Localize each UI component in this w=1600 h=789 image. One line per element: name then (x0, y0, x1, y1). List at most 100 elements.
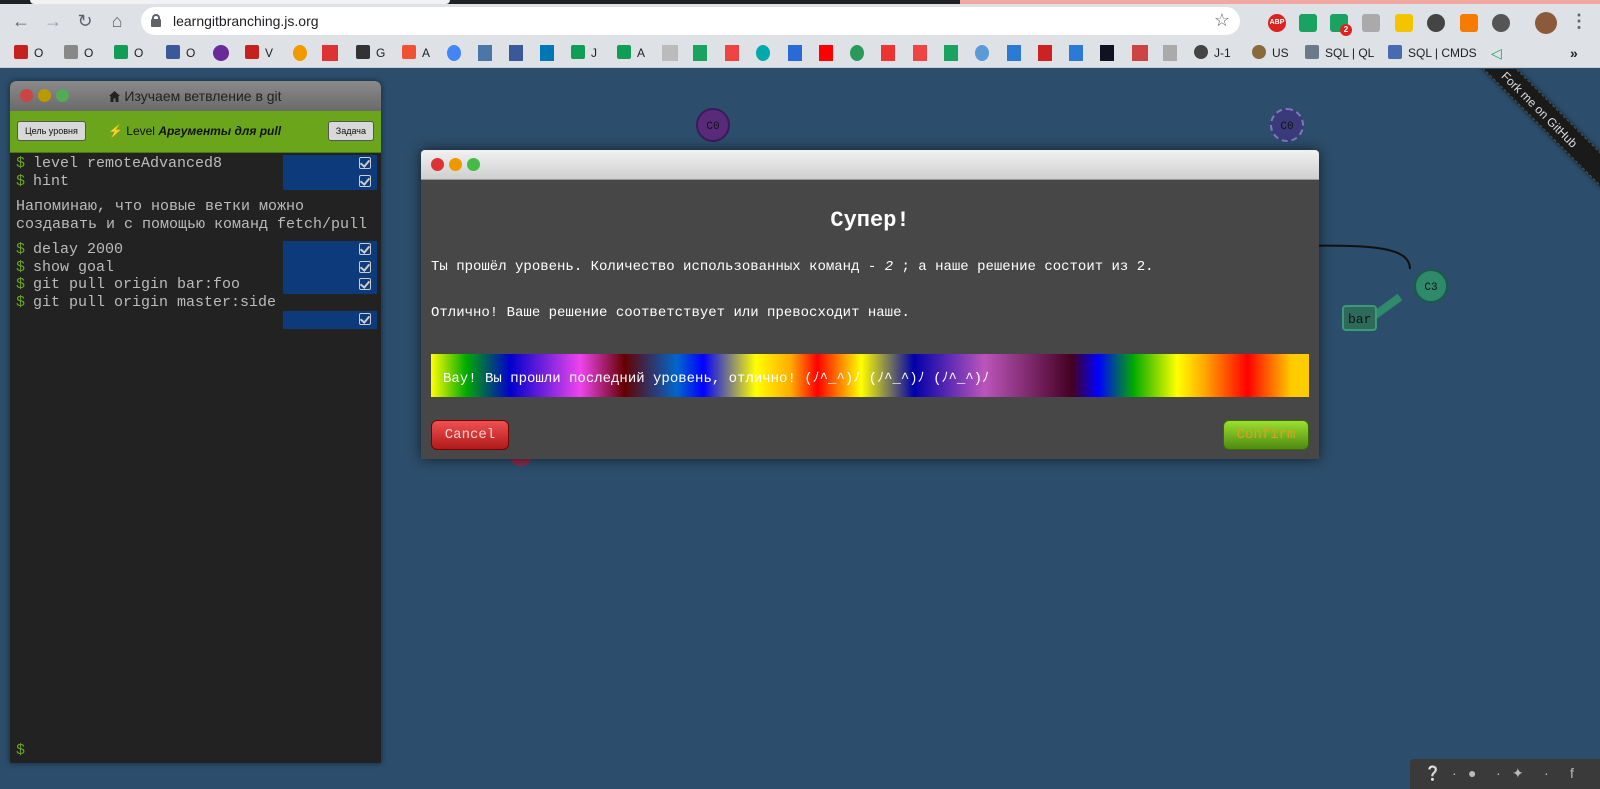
menu-icon[interactable]: ⋮ (1568, 10, 1590, 32)
git-icon (402, 45, 416, 59)
youtube-icon[interactable] (819, 45, 833, 61)
level-name: Аргументы для pull (158, 124, 282, 138)
extension-icon[interactable] (1460, 14, 1478, 32)
google-icon[interactable] (447, 45, 461, 61)
bookmark-item[interactable]: A (617, 45, 645, 61)
site-icon[interactable] (881, 45, 895, 61)
reload-icon[interactable]: ↻ (74, 10, 96, 32)
minimize-icon[interactable] (449, 158, 462, 171)
site-icon[interactable] (756, 45, 770, 61)
task-button[interactable]: Задача (327, 121, 374, 141)
drive-icon (617, 45, 631, 59)
rainbow-banner: Вау! Вы прошли последний уровень, отличн… (431, 354, 1309, 397)
bookmark-item[interactable]: G (356, 45, 385, 61)
site-icon[interactable]: ◁ (1491, 45, 1505, 61)
page-icon (356, 45, 370, 59)
check-icon (359, 278, 371, 290)
linkedin-icon[interactable] (540, 45, 554, 61)
adblock-extension-icon[interactable]: ABP (1268, 14, 1286, 32)
help-icon[interactable]: ❔ (1424, 765, 1441, 782)
site-icon[interactable] (850, 45, 864, 61)
branch-label[interactable]: bar (1342, 305, 1378, 331)
site-icon[interactable] (975, 45, 989, 61)
site-icon[interactable] (725, 45, 739, 61)
site-icon[interactable] (1100, 45, 1114, 61)
download-icon[interactable] (1492, 14, 1510, 32)
extension-icon[interactable] (1362, 14, 1380, 32)
site-icon[interactable] (693, 45, 707, 61)
site-icon[interactable] (788, 45, 802, 61)
close-icon[interactable] (431, 158, 444, 171)
bottom-toolbar: ❔ · ● · ✦ · f (1410, 759, 1600, 789)
level-complete-dialog: Супер! Ты прошёл уровень. Количество исп… (421, 150, 1319, 459)
site-icon[interactable] (1069, 45, 1083, 61)
bookmark-item[interactable]: O (166, 45, 195, 61)
address-bar[interactable]: learngitbranching.js.org ☆ (141, 7, 1240, 35)
bookmark-item[interactable]: A (402, 45, 430, 61)
bookmark-item[interactable]: V (245, 45, 273, 61)
facebook-icon[interactable]: f (1570, 765, 1574, 781)
site-icon[interactable] (293, 45, 307, 61)
site-icon[interactable] (322, 45, 338, 61)
site-icon[interactable] (944, 45, 958, 61)
dialog-titlebar (421, 150, 1319, 180)
twitter-icon[interactable]: ✦ (1512, 765, 1524, 782)
confirm-button[interactable]: Confirm (1223, 420, 1309, 450)
url-text[interactable]: learngitbranching.js.org (173, 13, 319, 29)
command-line: $ show goal (10, 258, 381, 276)
forward-icon[interactable]: → (42, 10, 64, 32)
site-icon[interactable] (1038, 45, 1052, 61)
commit-node[interactable]: C0 (696, 108, 730, 142)
bookmark-item[interactable]: O (14, 45, 43, 61)
commit-node[interactable]: C3 (1414, 269, 1448, 303)
r-icon (1388, 45, 1402, 59)
level-goal-button[interactable]: Цель уровня (17, 121, 86, 141)
home-icon (109, 91, 121, 102)
vk-icon[interactable] (478, 45, 492, 61)
home-icon[interactable]: ⌂ (106, 10, 128, 32)
site-icon[interactable] (1007, 45, 1021, 61)
check-icon (359, 260, 371, 273)
gmail-icon (14, 45, 28, 59)
command-prompt[interactable]: $ (16, 742, 25, 759)
shield-extension-icon[interactable] (1299, 14, 1317, 32)
back-icon[interactable]: ← (10, 10, 32, 32)
hint-message: Напоминаю, что новые ветки можно создава… (16, 198, 368, 233)
page-icon (64, 45, 78, 59)
bookmark-star-icon[interactable]: ☆ (1214, 10, 1230, 31)
more-bookmarks-icon[interactable]: » (1570, 45, 1578, 61)
seal-icon (1252, 45, 1266, 59)
site-icon[interactable] (213, 45, 229, 61)
site-icon[interactable] (1132, 45, 1148, 61)
separator: · (1544, 765, 1549, 781)
cancel-button[interactable]: Cancel (431, 420, 509, 450)
bookmark-item[interactable]: O (114, 45, 143, 61)
bookmark-item[interactable]: US (1252, 45, 1289, 61)
commit-node[interactable]: C0 (1270, 108, 1304, 142)
extension-icon[interactable] (1395, 14, 1413, 32)
site-icon[interactable] (662, 45, 678, 61)
dialog-heading: Супер! (830, 208, 910, 233)
command-line: $ level remoteAdvanced8 (10, 155, 381, 173)
terminal-title: Изучаем ветвление в git (124, 88, 282, 104)
bookmark-item[interactable]: J (571, 45, 597, 61)
profile-avatar[interactable] (1535, 12, 1557, 34)
maximize-icon[interactable] (467, 158, 480, 171)
page-icon (166, 45, 180, 59)
praise-text: Отлично! Ваше решение соответствует или … (431, 305, 910, 321)
command-line: $ delay 2000 (10, 241, 381, 259)
site-icon[interactable] (1163, 45, 1177, 61)
drive-icon (114, 45, 128, 59)
final-level-message: Вау! Вы прошли последний уровень, отличн… (443, 371, 990, 387)
speed-extension-icon[interactable] (1427, 14, 1445, 32)
bookmark-item[interactable]: SQL | CMDS (1388, 45, 1477, 61)
bookmark-item[interactable]: SQL | QL (1305, 45, 1374, 61)
bookmark-item[interactable]: O (64, 45, 93, 61)
terminal-titlebar: Изучаем ветвление в git (10, 81, 381, 111)
page-icon (1305, 45, 1319, 59)
separator: · (1496, 765, 1501, 781)
facebook-icon[interactable] (509, 45, 523, 61)
globe-icon[interactable]: ● (1468, 765, 1476, 781)
bookmark-item[interactable]: J-1 (1194, 45, 1231, 61)
site-icon[interactable] (913, 45, 927, 61)
